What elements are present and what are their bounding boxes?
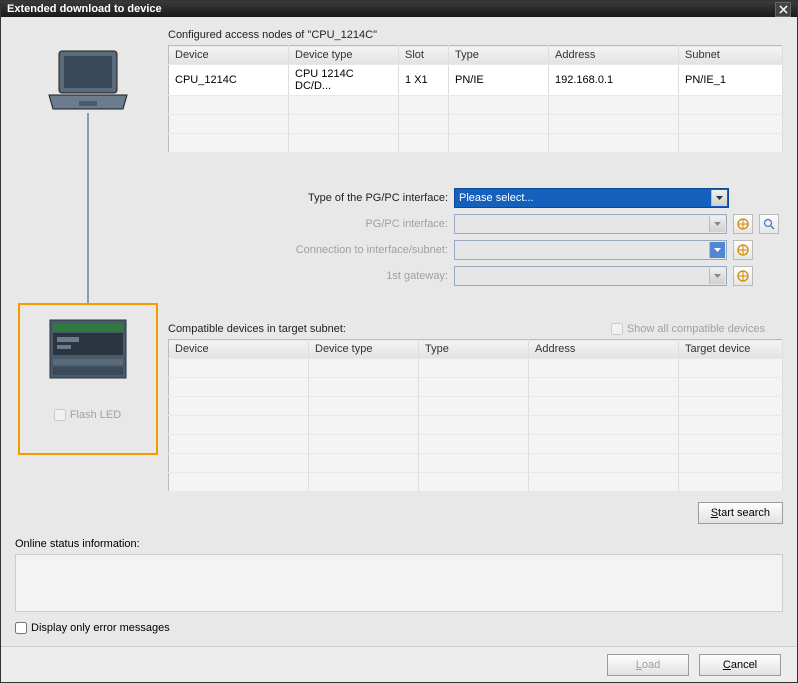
col2-address[interactable]: Address <box>529 340 679 359</box>
compatible-devices-table: Device Device type Type Address Target d… <box>168 339 783 492</box>
window-title: Extended download to device <box>7 3 162 15</box>
load-button[interactable]: LoadLoad <box>607 654 689 676</box>
cancel-button[interactable]: CancelCancel <box>699 654 781 676</box>
col-slot[interactable]: Slot <box>399 46 449 65</box>
flash-led-label: Flash LED <box>70 409 121 421</box>
connection-subnet-dropdown[interactable] <box>454 240 727 260</box>
show-all-checkbox <box>611 323 623 335</box>
col-device-type[interactable]: Device type <box>289 46 399 65</box>
chevron-down-icon <box>709 242 725 258</box>
connection-line <box>87 113 89 303</box>
display-errors-checkbox[interactable] <box>15 622 27 634</box>
display-errors-label: Display only error messages <box>31 622 170 634</box>
globe-icon <box>737 244 749 256</box>
search-button[interactable] <box>759 214 779 234</box>
col-subnet[interactable]: Subnet <box>679 46 783 65</box>
left-device-column: Flash LED <box>15 29 160 524</box>
show-all-label: Show all compatible devices <box>627 323 765 335</box>
flash-led-row: Flash LED <box>54 409 121 421</box>
col2-device-type[interactable]: Device type <box>309 340 419 359</box>
dialog-window: Extended download to device <box>0 0 798 683</box>
configured-nodes-label: Configured access nodes of "CPU_1214C" <box>168 29 783 41</box>
laptop-icon <box>43 47 133 117</box>
flash-led-checkbox <box>54 409 66 421</box>
compatible-devices-label: Compatible devices in target subnet: <box>168 323 346 335</box>
globe-icon <box>737 218 749 230</box>
settings-button-2[interactable] <box>733 240 753 260</box>
globe-icon <box>737 270 749 282</box>
show-all-row: Show all compatible devices <box>611 323 765 335</box>
close-icon <box>779 5 788 14</box>
chevron-down-icon <box>711 190 727 206</box>
pgpc-interface-dropdown[interactable] <box>454 214 727 234</box>
pgpc-type-label: Type of the PG/PC interface: <box>168 192 448 204</box>
settings-button[interactable] <box>733 214 753 234</box>
display-errors-row[interactable]: Display only error messages <box>15 622 783 634</box>
col2-type[interactable]: Type <box>419 340 529 359</box>
col-device[interactable]: Device <box>169 46 289 65</box>
titlebar: Extended download to device <box>1 1 797 17</box>
plc-icon <box>49 319 127 379</box>
pgpc-interface-label: PG/PC interface: <box>168 218 448 230</box>
col2-target[interactable]: Target device <box>679 340 783 359</box>
start-search-button[interactable]: SStart searchtart search <box>698 502 783 524</box>
pgpc-type-dropdown[interactable]: Please select... <box>454 188 729 208</box>
footer: LoadLoad CancelCancel <box>1 646 797 682</box>
gateway-label: 1st gateway: <box>168 270 448 282</box>
gateway-dropdown[interactable] <box>454 266 727 286</box>
connection-subnet-label: Connection to interface/subnet: <box>168 244 448 256</box>
col2-device[interactable]: Device <box>169 340 309 359</box>
chevron-down-icon <box>709 268 725 284</box>
target-device-box: Flash LED <box>18 303 158 455</box>
table-row[interactable]: CPU_1214C CPU 1214C DC/D... 1 X1 PN/IE 1… <box>169 65 783 96</box>
close-button[interactable] <box>775 2 791 17</box>
interface-form: Type of the PG/PC interface: Please sele… <box>168 185 779 289</box>
magnifier-icon <box>763 218 775 230</box>
online-status-label: Online status information: <box>15 538 783 550</box>
chevron-down-icon <box>709 216 725 232</box>
configured-nodes-table: Device Device type Slot Type Address Sub… <box>168 45 783 153</box>
col-type[interactable]: Type <box>449 46 549 65</box>
online-status-box <box>15 554 783 612</box>
col-address[interactable]: Address <box>549 46 679 65</box>
settings-button-3[interactable] <box>733 266 753 286</box>
